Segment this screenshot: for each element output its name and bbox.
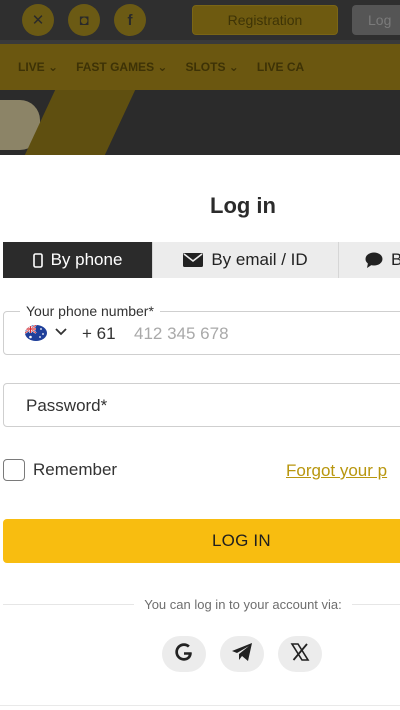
phone-input[interactable]: 412 345 678 (134, 324, 229, 344)
password-field[interactable]: Password* (3, 383, 400, 427)
x-icon: ✕ (22, 4, 54, 36)
bottom-divider (0, 705, 400, 706)
background-nav: LIVE ⌄ FAST GAMES ⌄ SLOTS ⌄ LIVE CA (0, 44, 400, 90)
banner-stripe (24, 90, 136, 155)
tab-by-phone[interactable]: By phone (3, 242, 153, 278)
country-code: + 61 (82, 324, 116, 343)
telegram-login-button[interactable] (220, 636, 264, 672)
phone-icon (32, 252, 43, 268)
tab-by-social[interactable]: B (339, 242, 400, 278)
x-login-button[interactable] (278, 636, 322, 672)
social-login-caption: You can log in to your account via: (0, 597, 400, 612)
envelope-icon (183, 253, 204, 267)
google-login-button[interactable] (162, 636, 206, 672)
instagram-icon: ◘ (68, 4, 100, 36)
login-button-label: LOG IN (212, 531, 271, 550)
via-text: You can log in to your account via: (134, 597, 352, 612)
nav-item: SLOTS ⌄ (185, 60, 239, 74)
nav-item: LIVE CA (256, 60, 305, 74)
tab-label: B (391, 250, 400, 269)
australia-flag-icon[interactable] (25, 325, 47, 341)
tab-by-email[interactable]: By email / ID (153, 242, 339, 278)
remember-checkbox[interactable] (3, 459, 25, 481)
login-modal: Log in By phone By email / ID B Your pho… (0, 155, 400, 710)
facebook-icon: f (114, 4, 146, 36)
phone-field[interactable]: Your phone number* + 61 412 345 678 (3, 303, 400, 355)
login-button[interactable]: LOG IN (3, 519, 400, 563)
remember-row: Remember (3, 459, 117, 481)
nav-item: FAST GAMES ⌄ (76, 60, 168, 74)
registration-button: Registration (192, 5, 338, 35)
chat-icon (365, 252, 383, 268)
x-icon (290, 642, 310, 667)
remember-label[interactable]: Remember (33, 460, 117, 480)
chevron-down-icon[interactable] (54, 324, 68, 343)
social-login-buttons (162, 636, 322, 672)
password-placeholder: Password* (26, 396, 108, 415)
login-method-tabs: By phone By email / ID B (3, 242, 400, 278)
google-icon (174, 642, 194, 667)
tab-label: By phone (50, 250, 123, 269)
background-banner (0, 90, 400, 155)
modal-title: Log in (210, 193, 276, 218)
background-site: ✕ ◘ f Registration Log LIVE ⌄ FAST GAMES… (0, 0, 400, 155)
phone-field-label: Your phone number* (20, 303, 160, 319)
telegram-icon (231, 642, 253, 667)
header-login-button: Log (352, 5, 400, 35)
nav-item: LIVE ⌄ (18, 60, 59, 74)
tab-label: By email / ID (211, 250, 308, 269)
background-header: ✕ ◘ f Registration Log (0, 0, 400, 40)
forgot-password-link[interactable]: Forgot your p (286, 461, 387, 481)
